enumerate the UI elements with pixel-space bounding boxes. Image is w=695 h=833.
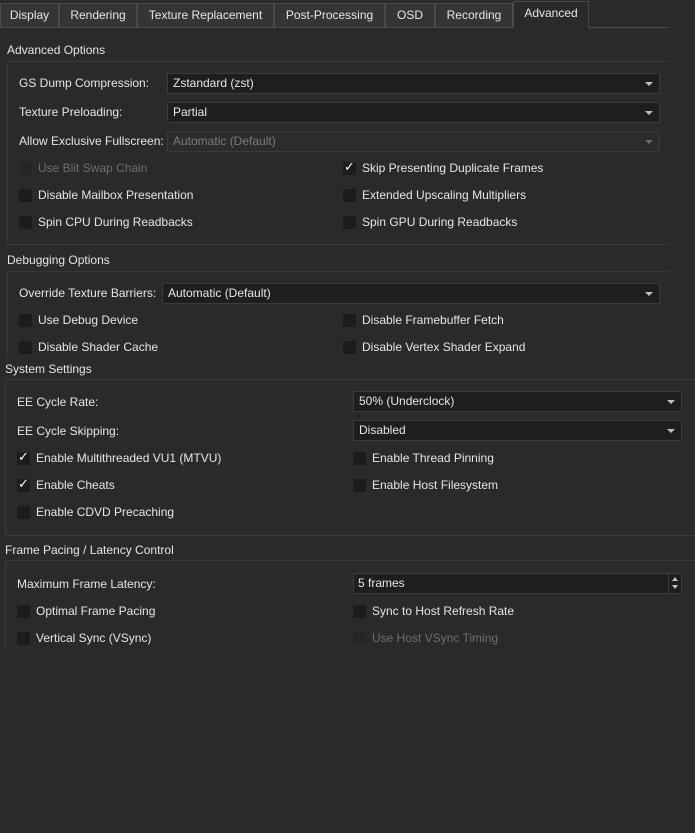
max-frame-latency-spinbox[interactable]: 5 frames (353, 573, 682, 594)
select-value: Automatic (Default) (168, 286, 271, 300)
select-value: Partial (173, 105, 208, 119)
checkbox-box (353, 479, 366, 492)
checkbox-label: Vertical Sync (VSync) (36, 631, 152, 645)
checkbox-label: Spin GPU During Readbacks (362, 215, 518, 229)
tab-label: Recording (446, 8, 502, 22)
chevron-down-icon (645, 140, 653, 144)
debugging-options-title: Debugging Options (7, 253, 110, 267)
checkbox-box (19, 341, 32, 354)
checkbox-label: Spin CPU During Readbacks (38, 215, 193, 229)
checkbox-label: Enable Cheats (36, 478, 115, 492)
frame-pacing-title: Frame Pacing / Latency Control (5, 543, 174, 557)
select-value: 50% (Underclock) (359, 394, 455, 408)
ee-cycle-rate-label: EE Cycle Rate: (17, 395, 99, 409)
checkbox-label: Use Blit Swap Chain (38, 161, 148, 175)
tab-label: Texture Replacement (148, 8, 263, 22)
ee-cycle-skipping-label: EE Cycle Skipping: (17, 424, 120, 438)
chevron-down-icon (645, 292, 653, 296)
tab-advanced[interactable]: Advanced (513, 1, 589, 28)
chevron-down-icon[interactable] (672, 585, 678, 589)
checkbox-label: Skip Presenting Duplicate Frames (362, 161, 544, 175)
checkbox-label: Disable Shader Cache (38, 340, 159, 354)
spinbox-buttons[interactable] (668, 574, 681, 593)
max-frame-latency-label: Maximum Frame Latency: (17, 577, 156, 591)
checkbox-label: Enable Multithreaded VU1 (MTVU) (36, 451, 222, 465)
tab-label: Rendering (70, 8, 126, 22)
checkbox-box (19, 314, 32, 327)
checkbox-label: Disable Mailbox Presentation (38, 188, 194, 202)
chevron-up-icon[interactable] (672, 577, 678, 581)
check-icon: ✓ (344, 160, 355, 175)
advanced-options-title: Advanced Options (7, 43, 106, 57)
texture-preloading-select[interactable]: Partial (167, 102, 660, 123)
gs-dump-compression-label: GS Dump Compression: (19, 76, 150, 90)
checkbox-box (353, 632, 366, 645)
checkbox-label: Use Host VSync Timing (372, 631, 499, 645)
checkbox-label: Disable Vertex Shader Expand (362, 340, 526, 354)
checkbox-box (353, 452, 366, 465)
system-settings-title: System Settings (5, 362, 92, 376)
checkbox-box (343, 314, 356, 327)
tab-label: Display (9, 8, 50, 22)
tab-rendering[interactable]: Rendering (59, 3, 137, 27)
checkbox-box (343, 341, 356, 354)
checkbox-box (17, 632, 30, 645)
settings-tab-bar: Display Rendering Texture Replacement Po… (0, 0, 695, 28)
tab-label: Advanced (524, 6, 578, 20)
checkbox-box (17, 605, 30, 618)
override-texture-barriers-select[interactable]: Automatic (Default) (162, 283, 660, 304)
checkbox-box (343, 216, 356, 229)
checkbox-box (19, 189, 32, 202)
checkbox-label: Optimal Frame Pacing (36, 604, 156, 618)
checkbox-label: Enable Host Filesystem (372, 478, 499, 492)
chevron-down-icon (667, 429, 675, 433)
override-texture-barriers-label: Override Texture Barriers: (19, 286, 157, 300)
checkbox-label: Disable Framebuffer Fetch (362, 313, 504, 327)
checkbox-box (343, 189, 356, 202)
texture-preloading-label: Texture Preloading: (19, 105, 123, 119)
checkbox-box (17, 506, 30, 519)
checkbox-box: ✓ (343, 160, 356, 175)
chevron-down-icon (645, 82, 653, 86)
gs-dump-compression-select[interactable]: Zstandard (zst) (167, 73, 660, 94)
tab-texture-replacement[interactable]: Texture Replacement (137, 3, 274, 27)
select-value: Zstandard (zst) (173, 76, 254, 90)
tab-osd[interactable]: OSD (385, 3, 435, 27)
checkbox-label: Extended Upscaling Multipliers (362, 188, 527, 202)
tab-recording[interactable]: Recording (435, 3, 513, 27)
ee-cycle-skipping-select[interactable]: Disabled (353, 420, 682, 441)
checkbox-box: ✓ (17, 450, 30, 465)
exclusive-fullscreen-select[interactable]: Automatic (Default) (167, 131, 660, 152)
checkbox-box (19, 162, 32, 175)
select-value: Automatic (Default) (173, 134, 276, 148)
check-icon: ✓ (18, 450, 29, 465)
checkbox-box: ✓ (17, 477, 30, 492)
check-icon: ✓ (18, 477, 29, 492)
tab-display[interactable]: Display (0, 3, 59, 27)
exclusive-fullscreen-label: Allow Exclusive Fullscreen: (19, 134, 164, 148)
checkbox-label: Sync to Host Refresh Rate (372, 604, 515, 618)
tab-label: Post-Processing (285, 8, 374, 22)
checkbox-box (353, 605, 366, 618)
checkbox-label: Enable Thread Pinning (372, 451, 494, 465)
chevron-down-icon (667, 400, 675, 404)
tab-label: OSD (396, 8, 423, 22)
checkbox-box (19, 216, 32, 229)
select-value: Disabled (359, 423, 406, 437)
chevron-down-icon (645, 111, 653, 115)
empty-panel-area (0, 650, 695, 833)
ee-cycle-rate-select[interactable]: 50% (Underclock) (353, 391, 682, 412)
checkbox-label: Use Debug Device (38, 313, 139, 327)
checkbox-label: Enable CDVD Precaching (36, 505, 175, 519)
tab-post-processing[interactable]: Post-Processing (274, 3, 385, 27)
spinbox-value: 5 frames (358, 576, 405, 590)
